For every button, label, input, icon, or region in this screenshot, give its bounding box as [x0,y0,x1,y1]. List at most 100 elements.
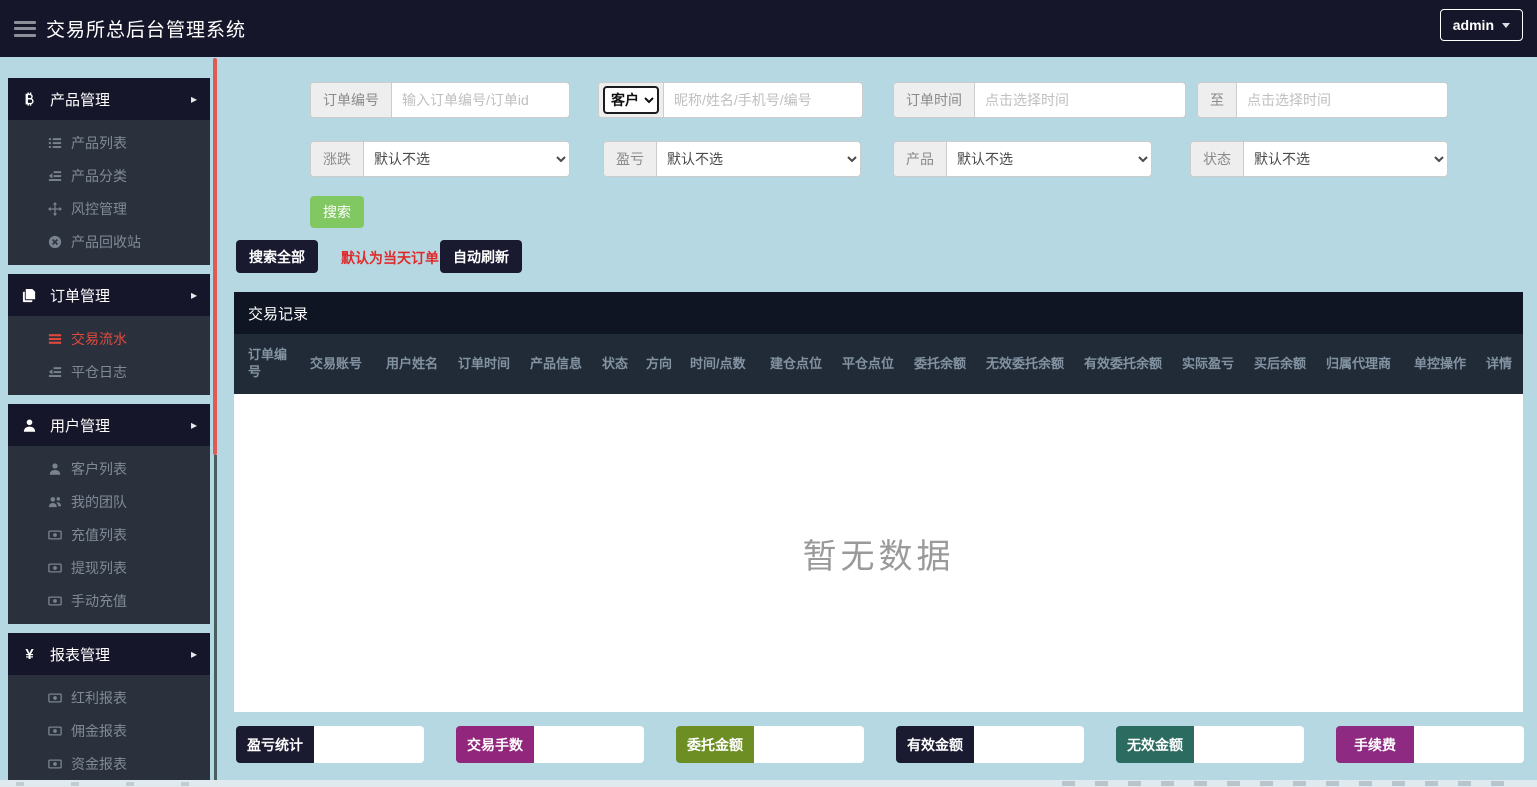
product-select[interactable]: 默认不选 [947,142,1151,176]
column-header: 详情 [1486,355,1513,371]
sidebar-group-label: 订单管理 [50,287,111,305]
sidebar-item-product-list[interactable]: 产品列表 [8,126,210,159]
trade-records-panel: 交易记录 订单编号 交易账号 用户姓名 订单时间 产品信息 状态 方向 时间/点… [234,292,1523,712]
column-header: 用户姓名 [386,355,439,371]
column-header: 买后余额 [1254,355,1307,371]
sidebar-item-product-category[interactable]: 产品分类 [8,159,210,192]
column-header: 有效委托余额 [1084,355,1163,371]
auto-refresh-button[interactable]: 自动刷新 [440,240,522,273]
sidebar-group-label: 报表管理 [50,646,111,664]
stat-label: 委托金额 [676,726,754,763]
app-title: 交易所总后台管理系统 [46,20,247,41]
column-header: 无效委托余额 [986,355,1065,371]
stat-label: 手续费 [1336,726,1414,763]
sidebar-item-risk-management[interactable]: 风控管理 [8,192,210,225]
table-body: 暂无数据 [234,394,1523,712]
sidebar-item-product-recycle-bin[interactable]: 产品回收站 [8,225,210,258]
menu-icon[interactable] [14,20,36,37]
sidebar-item-label: 风控管理 [71,200,127,217]
sidebar-item-label: 交易流水 [71,330,127,347]
status-field-group: 状态 默认不选 [1190,141,1448,177]
copy-icon [21,287,38,304]
sidebar-item-label: 手动充值 [71,592,127,609]
sidebar-item-commission-report[interactable]: 佣金报表 [8,714,210,747]
profit-label: 盈亏 [604,142,657,176]
sidebar-item-label: 产品列表 [71,134,127,151]
bitcoin-icon [21,91,38,108]
sidebar-item-product-management[interactable]: 产品管理 ▸ [8,78,210,120]
banknote-icon [47,756,62,771]
column-header: 实际盈亏 [1182,355,1235,371]
to-label: 至 [1198,83,1237,117]
sidebar-item-label: 客户列表 [71,460,127,477]
banknote-icon [47,593,62,608]
banknote-icon [47,690,62,705]
search-button[interactable]: 搜索 [310,196,364,228]
customer-input[interactable] [664,83,862,117]
user-icon [47,461,62,476]
order-time-to-group: 至 [1197,82,1448,118]
banknote-icon [47,527,62,542]
list-icon [47,331,62,346]
column-header: 平仓点位 [842,355,895,371]
sidebar-item-label: 我的团队 [71,493,127,510]
order-time-to-input[interactable] [1237,83,1447,117]
rise-fall-label: 涨跌 [311,142,364,176]
sidebar-item-label: 资金报表 [71,755,127,772]
banknote-icon [47,723,62,738]
panel-title: 交易记录 [234,292,1523,334]
sidebar-item-report-management[interactable]: ¥ 报表管理 ▸ [8,633,210,675]
sidebar-submenu: 产品列表 产品分类 风控管理 产品回收站 [8,120,210,265]
stat-value [314,726,424,763]
sidebar-item-recharge-list[interactable]: 充值列表 [8,518,210,551]
order-time-from-input[interactable] [975,83,1185,117]
sidebar: 产品管理 ▸ 产品列表 产品分类 风控管理 产品回收站 订单管理 ▸ 交易流水 … [8,78,210,787]
column-header: 产品信息 [530,355,583,371]
profit-select[interactable]: 默认不选 [657,142,860,176]
column-header: 订单编号 [248,347,288,379]
stat-value [754,726,864,763]
stat-label: 交易手数 [456,726,534,763]
sidebar-scrollbar-thumb[interactable] [213,58,217,455]
stat-profit-loss: 盈亏统计 [236,726,424,763]
chevron-right-icon: ▸ [190,647,197,661]
stat-trade-lots: 交易手数 [456,726,644,763]
stat-valid-amount: 有效金额 [896,726,1084,763]
stat-fee: 手续费 [1336,726,1524,763]
sidebar-item-customer-list[interactable]: 客户列表 [8,452,210,485]
order-no-field-group: 订单编号 [310,82,570,118]
order-no-input[interactable] [392,83,569,117]
sidebar-group-report: ¥ 报表管理 ▸ 红利报表 佣金报表 资金报表 [8,633,210,787]
column-header: 时间/点数 [690,355,746,371]
search-all-button[interactable]: 搜索全部 [236,240,318,273]
sidebar-item-withdraw-list[interactable]: 提现列表 [8,551,210,584]
sidebar-item-user-management[interactable]: 用户管理 ▸ [8,404,210,446]
sidebar-submenu: 交易流水 平仓日志 [8,316,210,395]
order-time-from-group: 订单时间 [893,82,1186,118]
sidebar-item-label: 产品分类 [71,167,127,184]
column-header: 建仓点位 [770,355,823,371]
app-header: 交易所总后台管理系统 admin [0,0,1537,57]
status-select[interactable]: 默认不选 [1244,142,1447,176]
circle-x-icon [47,234,62,249]
user-icon [21,417,38,434]
sidebar-item-close-position-log[interactable]: 平仓日志 [8,355,210,388]
stat-value [1414,726,1524,763]
rise-fall-select[interactable]: 默认不选 [364,142,569,176]
user-menu-button[interactable]: admin [1439,9,1523,41]
sidebar-item-manual-recharge[interactable]: 手动充值 [8,584,210,617]
sidebar-item-dividend-report[interactable]: 红利报表 [8,681,210,714]
rise-fall-field-group: 涨跌 默认不选 [310,141,570,177]
column-header: 方向 [646,355,673,371]
sidebar-item-funds-report[interactable]: 资金报表 [8,747,210,780]
customer-type-select[interactable]: 客户 [603,86,659,114]
list-icon [47,135,62,150]
sidebar-item-my-team[interactable]: 我的团队 [8,485,210,518]
sidebar-item-order-management[interactable]: 订单管理 ▸ [8,274,210,316]
profit-field-group: 盈亏 默认不选 [603,141,861,177]
chevron-right-icon: ▸ [190,418,197,432]
sidebar-group-label: 用户管理 [50,417,111,435]
stat-invalid-amount: 无效金额 [1116,726,1304,763]
column-header: 状态 [602,355,629,371]
sidebar-item-transaction-flow[interactable]: 交易流水 [8,322,210,355]
